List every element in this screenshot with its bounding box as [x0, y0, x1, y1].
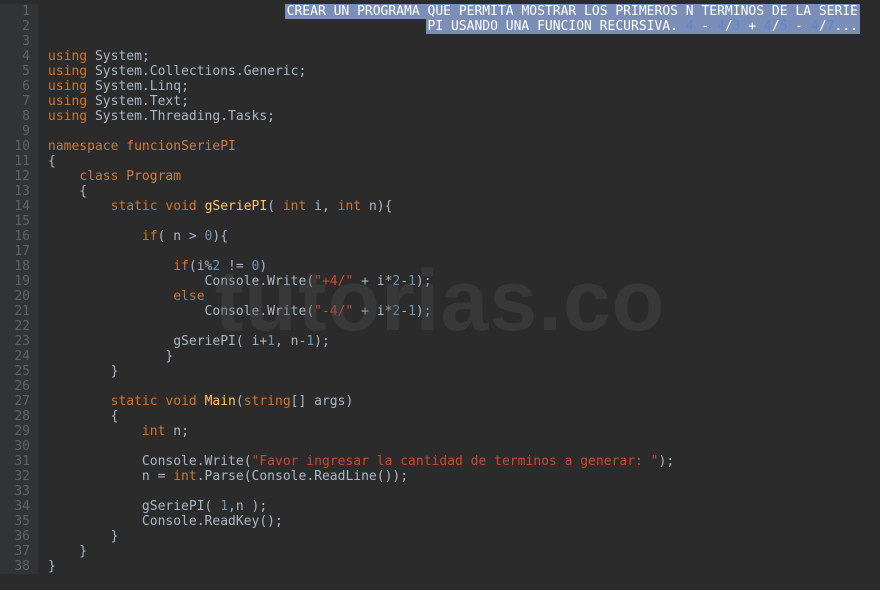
line-number: 21 [0, 304, 30, 319]
line-number: 34 [0, 499, 30, 514]
line-number: 18 [0, 259, 30, 274]
line-number: 29 [0, 424, 30, 439]
line-number: 32 [0, 469, 30, 484]
line-number: 10 [0, 139, 30, 154]
line-number: 9 [0, 124, 30, 139]
line-number: 36 [0, 529, 30, 544]
line-number: 31 [0, 454, 30, 469]
line-number: 28 [0, 409, 30, 424]
code-line: Console.ReadKey(); [48, 514, 880, 529]
code-line: namespace funcionSeriePI [48, 139, 880, 154]
selected-comment-1: CREAR UN PROGRAMA QUE PERMITA MOSTRAR LO… [48, 4, 880, 19]
code-line: else [48, 289, 880, 304]
code-line: } [48, 544, 880, 559]
code-line: } [48, 349, 880, 364]
line-number: 24 [0, 349, 30, 364]
line-number: 11 [0, 154, 30, 169]
line-number: 5 [0, 64, 30, 79]
line-number: 17 [0, 244, 30, 259]
line-number: 14 [0, 199, 30, 214]
code-line: } [48, 529, 880, 544]
line-number: 27 [0, 394, 30, 409]
line-number: 23 [0, 334, 30, 349]
line-number: 35 [0, 514, 30, 529]
code-line: { [48, 409, 880, 424]
code-line [48, 214, 880, 229]
code-line: using System.Linq; [48, 79, 880, 94]
code-line: using System.Threading.Tasks; [48, 109, 880, 124]
code-line: if( n > 0){ [48, 229, 880, 244]
line-number: 1 [0, 4, 30, 19]
code-line: Console.Write("-4/" + i*2-1); [48, 304, 880, 319]
line-number: 6 [0, 79, 30, 94]
code-line: } [48, 559, 880, 574]
line-number: 16 [0, 229, 30, 244]
line-number: 30 [0, 439, 30, 454]
code-line: Console.Write("Favor ingresar la cantida… [48, 454, 880, 469]
line-number: 3 [0, 34, 30, 49]
line-number: 22 [0, 319, 30, 334]
line-number: 8 [0, 109, 30, 124]
code-line: class Program [48, 169, 880, 184]
code-line: using System.Collections.Generic; [48, 64, 880, 79]
code-line: gSeriePI( 1,n ); [48, 499, 880, 514]
code-line: } [48, 364, 880, 379]
line-number: 37 [0, 544, 30, 559]
code-line [48, 319, 880, 334]
code-line: int n; [48, 424, 880, 439]
code-line: { [48, 184, 880, 199]
line-number: 26 [0, 379, 30, 394]
code-line [48, 439, 880, 454]
code-line: using System.Text; [48, 94, 880, 109]
code-line [48, 379, 880, 394]
line-number: 25 [0, 364, 30, 379]
code-line [48, 484, 880, 499]
code-area[interactable]: CREAR UN PROGRAMA QUE PERMITA MOSTRAR LO… [38, 4, 880, 574]
line-number: 4 [0, 49, 30, 64]
code-line [48, 124, 880, 139]
code-line [48, 34, 880, 49]
line-number: 33 [0, 484, 30, 499]
line-number: 13 [0, 184, 30, 199]
line-number: 19 [0, 274, 30, 289]
code-editor: 1 2 3 4 5 6 7 8 9 10 11 12 13 14 15 16 1… [0, 0, 880, 574]
line-number: 2 [0, 19, 30, 34]
line-number: 20 [0, 289, 30, 304]
code-line [48, 244, 880, 259]
code-line: static void Main(string[] args) [48, 394, 880, 409]
line-number: 7 [0, 94, 30, 109]
code-line: using System; [48, 49, 880, 64]
line-gutter: 1 2 3 4 5 6 7 8 9 10 11 12 13 14 15 16 1… [0, 4, 38, 574]
code-line: if(i%2 != 0) [48, 259, 880, 274]
code-line: { [48, 154, 880, 169]
code-line: static void gSeriePI( int i, int n){ [48, 199, 880, 214]
code-line: gSeriePI( i+1, n-1); [48, 334, 880, 349]
selected-comment-2: PI USANDO UNA FUNCION RECURSIVA. 4 - 4/3… [48, 19, 880, 34]
line-number: 15 [0, 214, 30, 229]
code-line: Console.Write("+4/" + i*2-1); [48, 274, 880, 289]
code-line: n = int.Parse(Console.ReadLine()); [48, 469, 880, 484]
line-number: 38 [0, 559, 30, 574]
line-number: 12 [0, 169, 30, 184]
